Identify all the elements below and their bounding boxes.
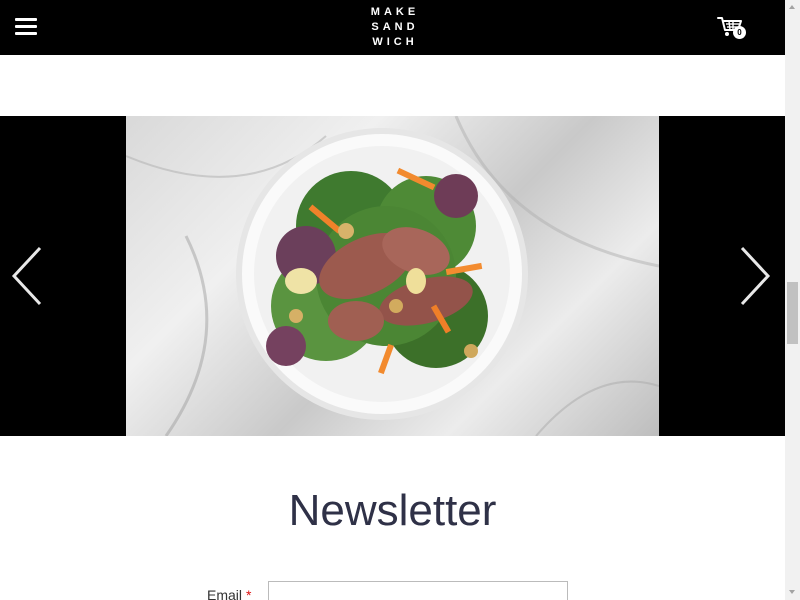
logo-line-1: MAKE [370, 6, 420, 18]
slider-next-button[interactable] [738, 244, 774, 308]
newsletter-title: Newsletter [288, 486, 497, 535]
site-logo[interactable]: MAKE SAND WICH [363, 5, 423, 50]
scroll-up-arrow-icon[interactable] [785, 0, 800, 15]
scrollbar-thumb[interactable] [787, 282, 798, 344]
email-label: Email * [207, 587, 251, 600]
email-field[interactable] [268, 581, 568, 600]
hamburger-menu-icon[interactable] [15, 18, 37, 36]
slider-prev-button[interactable] [8, 244, 44, 308]
image-slider [0, 116, 785, 436]
salad-bowl-photo [126, 116, 659, 436]
cart-button[interactable]: 0 [716, 15, 748, 41]
required-marker: * [246, 587, 252, 600]
page: MAKE SAND WICH 0 Newsletter Email * [0, 0, 800, 600]
email-label-text: Email [207, 587, 243, 600]
cart-count-badge: 0 [733, 26, 746, 39]
scroll-down-arrow-icon[interactable] [785, 585, 800, 600]
logo-line-3: WICH [372, 36, 418, 48]
chevron-right-icon [740, 246, 771, 306]
site-header: MAKE SAND WICH 0 [0, 0, 785, 55]
salad-illustration [126, 116, 659, 436]
chevron-left-icon [11, 246, 42, 306]
logo-line-2: SAND [371, 21, 419, 33]
vertical-scrollbar[interactable] [785, 0, 800, 600]
